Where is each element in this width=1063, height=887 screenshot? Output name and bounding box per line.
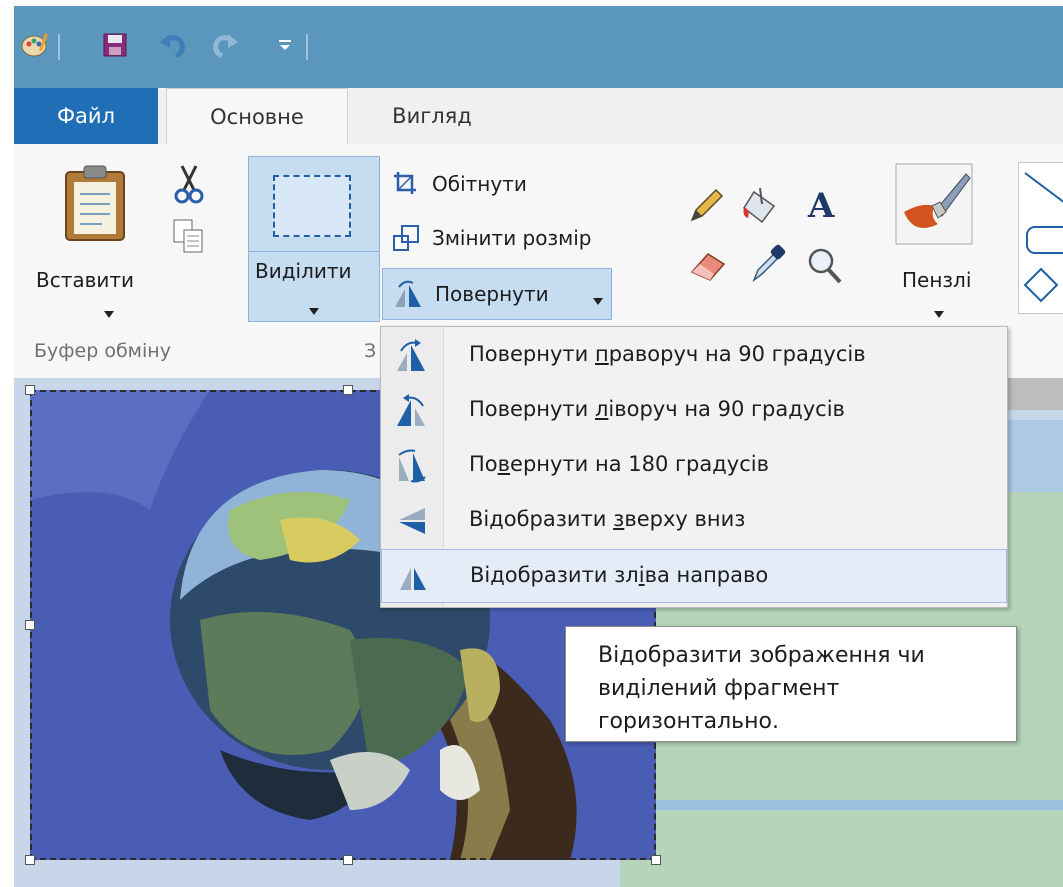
tab-file[interactable]: Файл [14, 88, 158, 144]
menu-item-rotate-180[interactable]: Повернути на 180 градусів [381, 439, 1007, 493]
clipboard-icon [62, 164, 128, 246]
eraser-icon[interactable] [688, 248, 728, 288]
menu-item-flip-horizontal[interactable]: Відобразити зліва направо [381, 549, 1007, 603]
customize-qat-icon[interactable] [268, 28, 302, 62]
resize-handle[interactable] [651, 855, 661, 865]
menu-item-label: Повернути праворуч на 90 градусів [469, 342, 866, 366]
tooltip: Відобразити зображення чи виділений фраг… [565, 626, 1017, 742]
brushes-button[interactable]: Пензлі [882, 156, 992, 320]
split-divider [249, 251, 379, 252]
tab-view[interactable]: Вигляд [362, 88, 502, 144]
rotate-180-icon [395, 449, 429, 483]
image-group-label: З [364, 340, 377, 362]
copy-icon[interactable] [172, 218, 206, 258]
paint-window: Файл Основне Вигляд Вставити Виділити Об… [0, 0, 1063, 887]
shape-rounded-rect-icon[interactable] [1025, 225, 1063, 259]
crop-icon [392, 170, 418, 200]
resize-button[interactable]: Змінити розмір [390, 220, 660, 256]
title-bar [14, 6, 1063, 88]
menu-item-label: Повернути ліворуч на 90 градусів [469, 397, 845, 421]
paste-label: Вставити [36, 268, 135, 292]
crop-button[interactable]: Обітнути [390, 166, 590, 202]
resize-label: Змінити розмір [432, 226, 592, 250]
tooltip-text: Відобразити зображення чи виділений фраг… [598, 643, 925, 734]
flip-vertical-icon [395, 504, 429, 538]
pencil-icon[interactable] [688, 188, 724, 228]
canvas-background [620, 810, 1063, 887]
paste-button[interactable]: Вставити [30, 156, 160, 320]
color-picker-icon[interactable] [750, 244, 786, 288]
menu-item-rotate-left-90[interactable]: Повернути ліворуч на 90 градусів [381, 384, 1007, 438]
undo-icon[interactable] [156, 28, 190, 62]
text-icon[interactable]: A [808, 186, 834, 226]
rotate-button[interactable]: Повернути [382, 268, 612, 320]
resize-handle[interactable] [25, 855, 35, 865]
chevron-down-icon [934, 304, 944, 323]
canvas-background [620, 800, 1063, 810]
rotate-right-icon [395, 339, 429, 373]
ribbon-tabs: Файл Основне Вигляд [14, 88, 1063, 145]
menu-item-rotate-right-90[interactable]: Повернути праворуч на 90 градусів [381, 329, 1007, 383]
fill-bucket-icon[interactable] [740, 186, 782, 230]
select-label: Виділити [255, 259, 352, 283]
shapes-gallery[interactable] [1018, 162, 1063, 314]
brushes-label: Пензлі [902, 268, 972, 292]
chevron-down-icon [309, 301, 319, 320]
shape-diamond-icon[interactable] [1023, 267, 1063, 307]
resize-handle[interactable] [343, 855, 353, 865]
crop-label: Обітнути [432, 172, 527, 196]
chevron-down-icon [593, 291, 603, 310]
rotate-label: Повернути [435, 282, 549, 306]
save-icon[interactable] [98, 28, 132, 62]
menu-item-flip-vertical[interactable]: Відобразити зверху вниз [381, 494, 1007, 548]
select-button[interactable]: Виділити [248, 156, 380, 322]
resize-handle[interactable] [343, 385, 353, 395]
resize-handle[interactable] [25, 385, 35, 395]
brush-icon [894, 162, 974, 250]
redo-icon[interactable] [208, 28, 242, 62]
rotate-icon [391, 279, 425, 313]
qat-separator [58, 34, 60, 60]
qat-separator [306, 34, 308, 60]
menu-item-label: Відобразити зліва направо [470, 563, 769, 587]
rotate-menu: Повернути праворуч на 90 градусів Поверн… [380, 326, 1008, 608]
chevron-down-icon [104, 304, 114, 323]
resize-icon [392, 224, 420, 256]
flip-horizontal-icon [396, 560, 430, 594]
rotate-left-icon [395, 394, 429, 428]
menu-item-label: Відобразити зверху вниз [469, 507, 746, 531]
resize-handle[interactable] [25, 620, 35, 630]
clipboard-group-label: Буфер обміну [34, 340, 171, 362]
paint-app-icon[interactable] [18, 28, 52, 62]
select-icon [273, 175, 351, 237]
magnifier-icon[interactable] [806, 246, 844, 290]
shape-line-icon[interactable] [1021, 169, 1063, 209]
tab-home[interactable]: Основне [166, 88, 348, 145]
menu-item-label: Повернути на 180 градусів [469, 452, 769, 476]
scissors-icon[interactable] [174, 164, 204, 208]
